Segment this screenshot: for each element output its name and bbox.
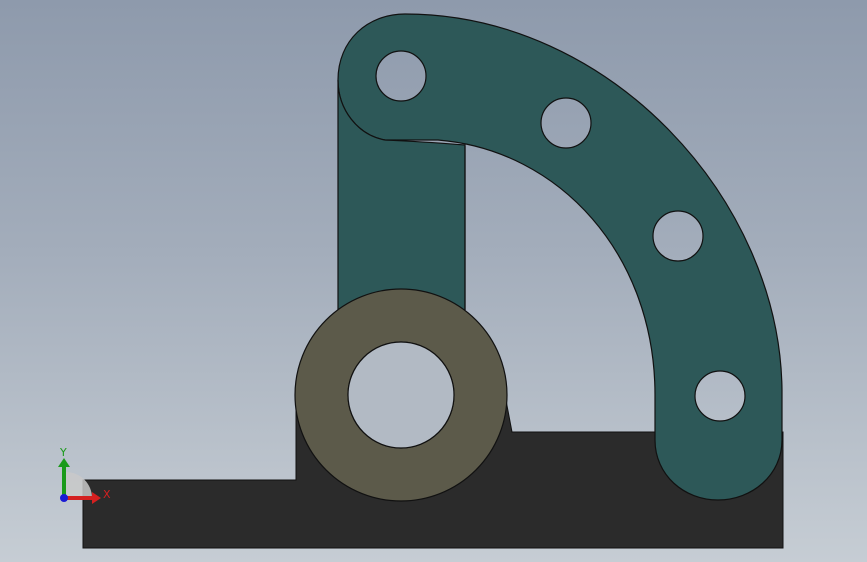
z-axis-dot: [60, 494, 68, 502]
model-canvas[interactable]: Y X: [0, 0, 867, 562]
graphics-viewport[interactable]: Y X: [0, 0, 867, 562]
bushing-bore: [347, 341, 455, 449]
x-axis-label: X: [103, 488, 111, 501]
triad-quadrant-icon: [66, 472, 92, 498]
x-axis-arrow: [66, 496, 92, 500]
coordinate-triad[interactable]: Y X: [58, 446, 111, 504]
y-axis-arrow: [62, 467, 66, 498]
y-axis-label: Y: [59, 446, 67, 459]
y-axis-arrowhead-icon: [58, 458, 70, 467]
